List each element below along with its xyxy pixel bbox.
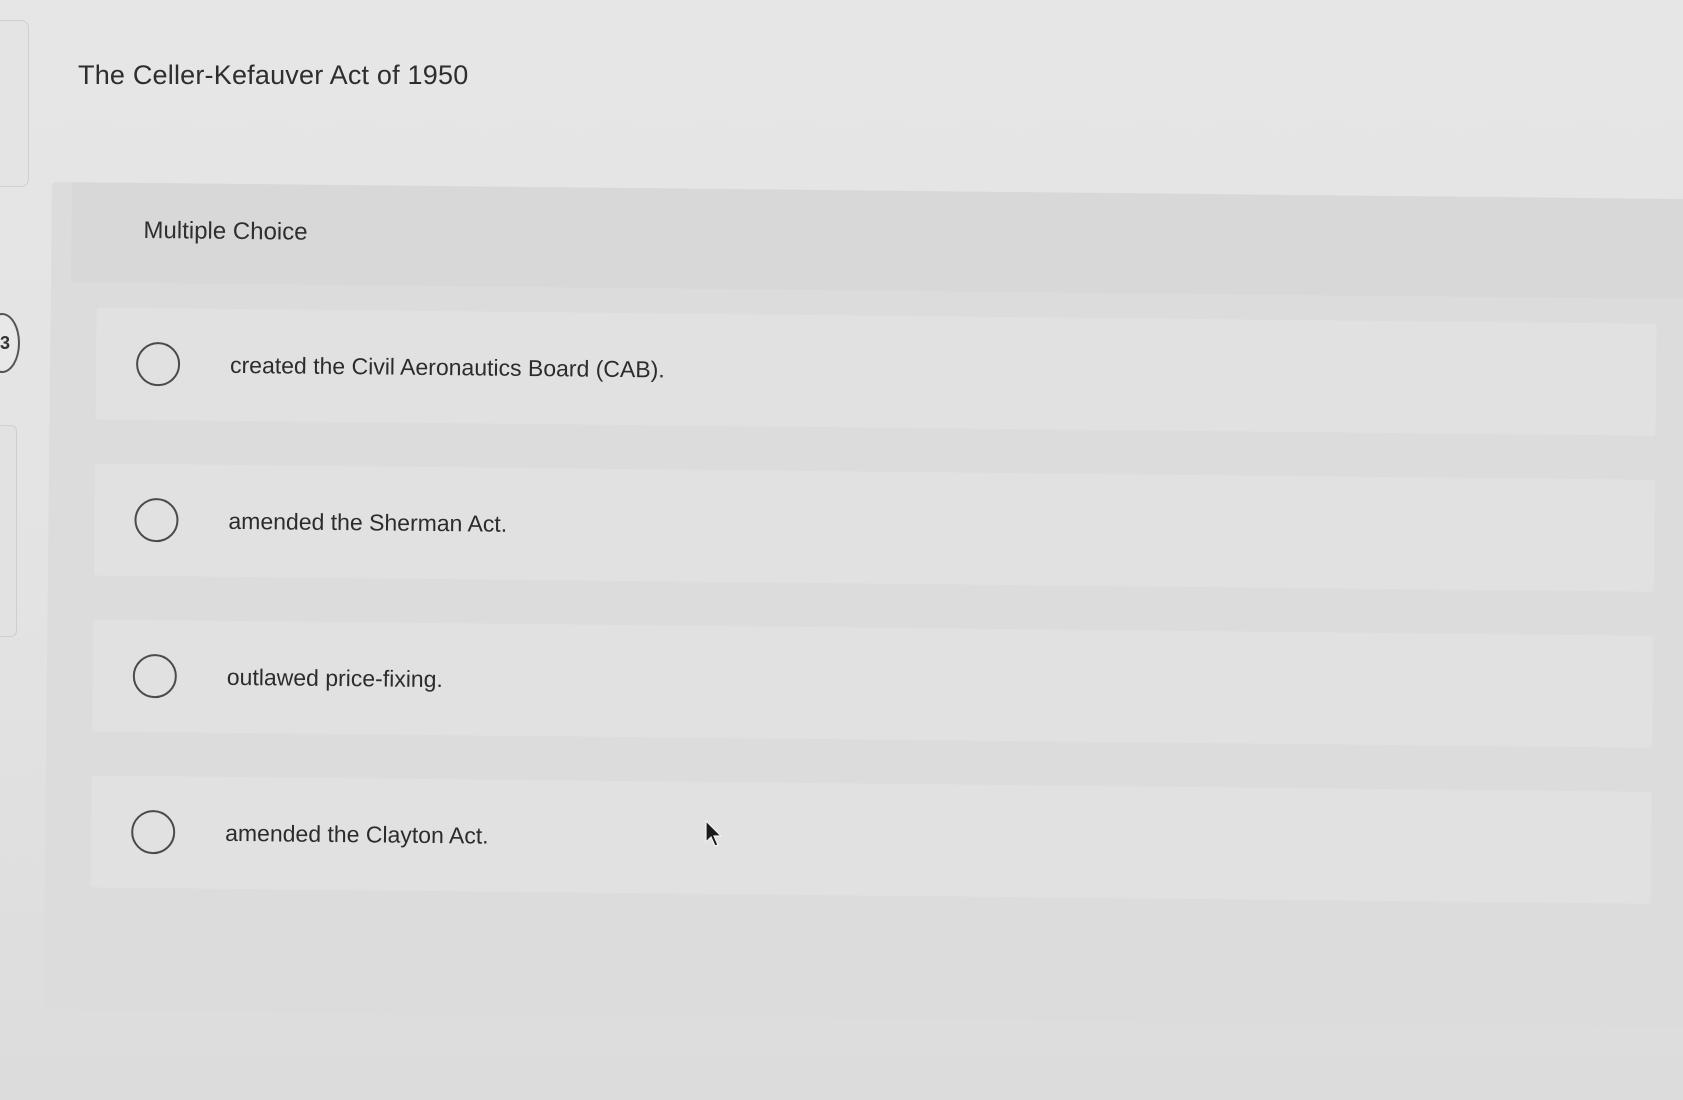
mouse-pointer-icon [705, 820, 723, 847]
radio-button-icon[interactable] [134, 497, 179, 543]
choice-option-3[interactable]: outlawed price-fixing. [92, 619, 1654, 748]
radio-button-icon[interactable] [132, 653, 178, 699]
radio-button-icon[interactable] [135, 341, 181, 387]
question-title: The Celler-Kefauver Act of 1950 [78, 60, 469, 90]
side-nav-panel [0, 20, 29, 187]
choice-option-label: amended the Sherman Act. [228, 507, 508, 537]
radio-button-icon[interactable] [130, 809, 176, 855]
choice-option-label: created the Civil Aeronautics Board (CAB… [229, 351, 665, 382]
side-nav-panel-lower [0, 425, 17, 637]
choice-option-4[interactable]: amended the Clayton Act. [90, 775, 1652, 904]
question-type-label: Multiple Choice [143, 216, 308, 246]
choice-option-label: amended the Clayton Act. [225, 819, 489, 849]
choice-option-2[interactable]: amended the Sherman Act. [93, 463, 1655, 592]
panel-header [70, 182, 1683, 300]
choice-option-1[interactable]: created the Civil Aeronautics Board (CAB… [95, 307, 1657, 436]
multiple-choice-panel: Multiple Choice created the Civil Aerona… [43, 182, 1683, 1028]
choice-option-label: outlawed price-fixing. [226, 663, 444, 692]
question-number-badge[interactable]: 3 [0, 313, 20, 373]
